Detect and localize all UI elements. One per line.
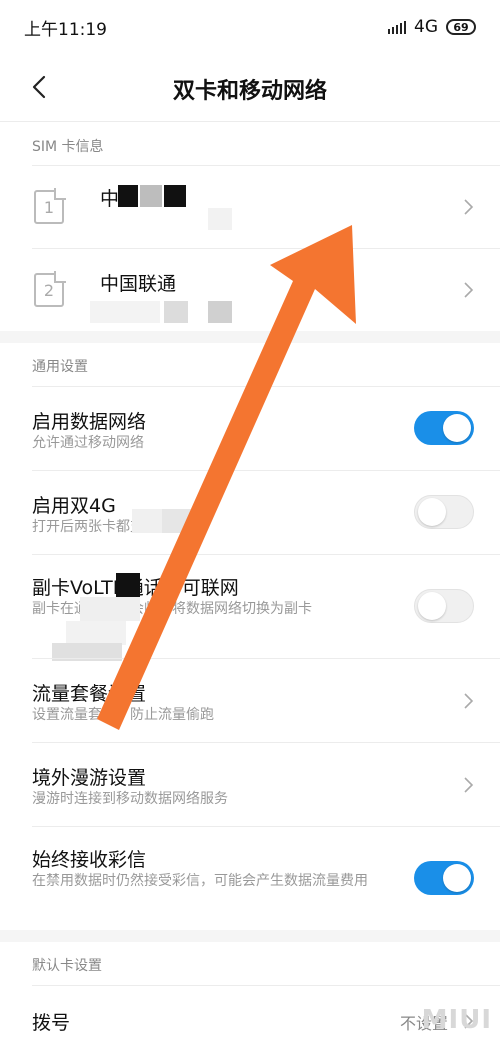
toggle-knob <box>443 864 471 892</box>
chevron-right-icon <box>464 282 474 298</box>
section-header-general: 通用设置 <box>32 359 88 375</box>
privacy-mosaic <box>66 621 126 645</box>
toggle-knob <box>418 498 446 526</box>
page-title: 双卡和移动网络 <box>172 79 327 104</box>
chevron-right-icon <box>464 777 474 793</box>
setting-title: 启用双4G <box>32 495 116 517</box>
sim-card-item-1[interactable]: 1 中 <box>0 166 500 248</box>
setting-title: 境外漫游设置 <box>32 767 147 789</box>
status-bar: 上午11:19 4G 69 <box>0 0 500 54</box>
setting-title: 始终接收彩信 <box>32 849 147 871</box>
data-network-toggle[interactable] <box>414 411 474 445</box>
sim-card-icon: 2 <box>34 273 64 307</box>
setting-title: 拨号 <box>32 1012 71 1034</box>
privacy-mosaic <box>164 301 188 323</box>
setting-data-plan[interactable]: 流量套餐设置 设置流量套餐，防止流量偷跑 <box>0 659 500 742</box>
setting-subtitle: 设置流量套餐，防止流量偷跑 <box>32 707 214 723</box>
network-type: 4G <box>414 17 438 37</box>
section-gap <box>0 930 500 942</box>
privacy-mosaic <box>164 185 186 207</box>
privacy-mosaic <box>162 509 192 533</box>
privacy-mosaic <box>90 301 160 323</box>
chevron-right-icon <box>464 693 474 709</box>
sim-card-name: 中国联通 <box>100 273 177 295</box>
section-header-sim: SIM 卡信息 <box>32 139 104 155</box>
toggle-knob <box>418 592 446 620</box>
privacy-mosaic <box>116 573 140 597</box>
section-header-default: 默认卡设置 <box>32 958 102 974</box>
setting-always-mms[interactable]: 始终接收彩信 在禁用数据时仍然接受彩信，可能会产生数据流量费用 <box>0 827 500 930</box>
battery-icon: 69 <box>446 19 476 35</box>
setting-subtitle: 允许通过移动网络 <box>32 435 144 451</box>
sim-card-name: 中 <box>100 188 120 210</box>
setting-subtitle: 在禁用数据时仍然接受彩信，可能会产生数据流量费用 <box>32 873 368 889</box>
sim-card-item-2[interactable]: 2 中国联通 <box>0 249 500 331</box>
setting-title: 启用数据网络 <box>32 411 147 433</box>
setting-subtitle: 打开后两张卡都支持4G <box>32 519 178 535</box>
always-mms-toggle[interactable] <box>414 861 474 895</box>
toggle-knob <box>443 414 471 442</box>
setting-dual-4g[interactable]: 启用双4G 打开后两张卡都支持4G <box>0 471 500 554</box>
setting-roaming[interactable]: 境外漫游设置 漫游时连接到移动数据网络服务 <box>0 743 500 826</box>
app-header: 双卡和移动网络 <box>0 54 500 122</box>
status-time: 上午11:19 <box>24 19 107 40</box>
setting-secondary-volte[interactable]: 副卡VoLTE通话时可联网 副卡在通话期间会临时将数据网络切换为副卡 <box>0 555 500 661</box>
volte-data-toggle[interactable] <box>414 589 474 623</box>
dual-4g-toggle[interactable] <box>414 495 474 529</box>
miui-watermark: MIUI <box>421 1005 492 1035</box>
privacy-mosaic <box>140 185 162 207</box>
section-gap <box>0 331 500 343</box>
privacy-mosaic <box>208 301 232 323</box>
setting-title: 流量套餐设置 <box>32 683 147 705</box>
setting-enable-data[interactable]: 启用数据网络 允许通过移动网络 <box>0 387 500 470</box>
chevron-right-icon <box>464 199 474 215</box>
signal-icon <box>388 20 406 34</box>
privacy-mosaic <box>132 509 162 533</box>
privacy-mosaic <box>118 185 138 207</box>
status-indicators: 4G 69 <box>388 17 476 37</box>
setting-subtitle: 漫游时连接到移动数据网络服务 <box>32 791 228 807</box>
privacy-mosaic <box>208 208 232 230</box>
privacy-mosaic <box>80 597 140 621</box>
sim-card-icon: 1 <box>34 190 64 224</box>
